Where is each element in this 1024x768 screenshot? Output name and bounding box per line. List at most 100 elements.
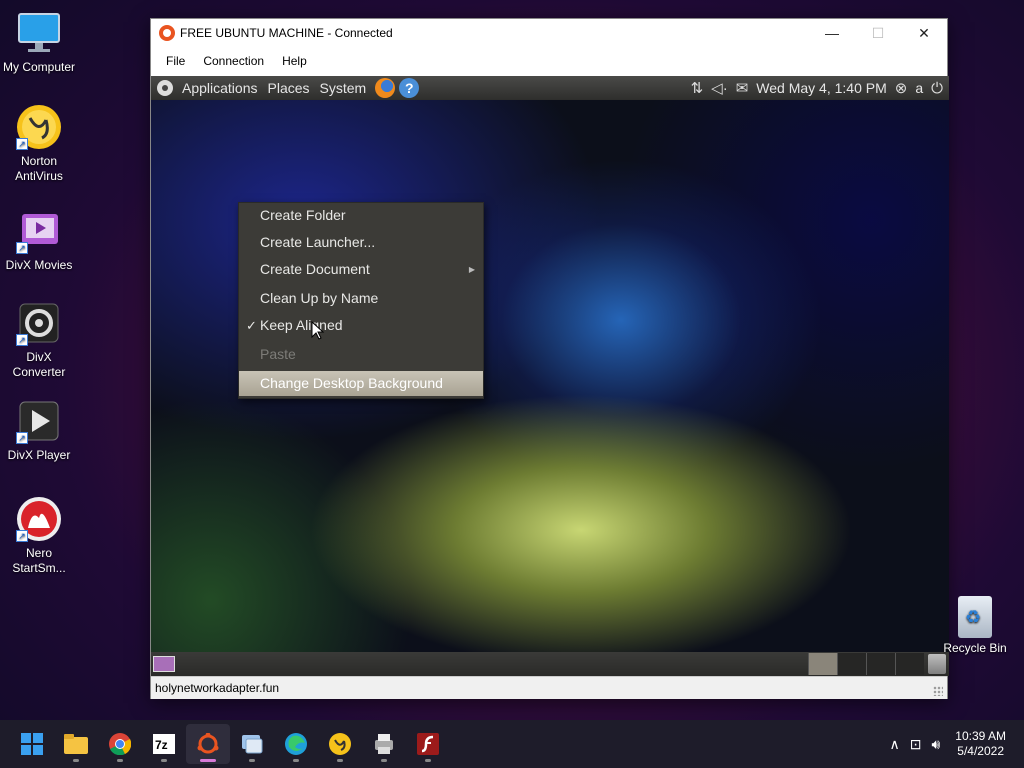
- desktop-icon-recycle-bin[interactable]: Recycle Bin: [942, 596, 1008, 655]
- recycle-bin-icon: [958, 596, 992, 638]
- maximize-button[interactable]: ☐: [855, 19, 901, 47]
- network-status-icon[interactable]: ⊡: [905, 736, 927, 753]
- desktop-icon-label: DivX Movies: [5, 258, 73, 272]
- workspace-2[interactable]: [837, 653, 866, 675]
- resize-grip-icon[interactable]: [933, 686, 943, 696]
- taskbar-network-folder[interactable]: [230, 724, 274, 764]
- window-title: FREE UBUNTU MACHINE - Connected: [180, 26, 393, 40]
- menu-help[interactable]: Help: [273, 54, 316, 68]
- desktop-icon-norton[interactable]: ↗ Norton AntiVirus: [2, 104, 76, 184]
- workspace-switcher: [808, 653, 924, 675]
- menu-applications[interactable]: Applications: [177, 80, 263, 96]
- minimize-button[interactable]: —: [809, 19, 855, 47]
- desktop-icon-label: DivX Converter: [12, 350, 66, 379]
- shortcut-arrow-icon: ↗: [16, 242, 28, 254]
- menu-item-clean-up[interactable]: Clean Up by Name: [239, 286, 483, 311]
- divx-movies-icon: ↗: [16, 208, 62, 254]
- shortcut-arrow-icon: ↗: [16, 334, 28, 346]
- nero-icon: ↗: [16, 496, 62, 542]
- remote-screen[interactable]: Applications Places System ? ⇅ ◁· ✉ Wed …: [151, 76, 949, 676]
- user-initial[interactable]: a: [915, 80, 923, 96]
- desktop-icon-divx-converter[interactable]: ↗ DivX Converter: [2, 300, 76, 380]
- desktop-icon-divx-player[interactable]: ↗ DivX Player: [2, 398, 76, 463]
- taskbar-ubuntu-remote[interactable]: [186, 724, 230, 764]
- desktop-icon-label: Nero StartSm...: [12, 546, 66, 575]
- gnome-foot-icon[interactable]: [157, 80, 173, 96]
- window-statusbar: holynetworkadapter.fun: [151, 676, 947, 699]
- desktop-context-menu: Create Folder Create Launcher... Create …: [238, 202, 484, 399]
- volume-icon[interactable]: ◁·: [711, 79, 728, 97]
- taskbar-file-explorer[interactable]: [54, 724, 98, 764]
- workspace-1[interactable]: [808, 653, 837, 675]
- mail-icon[interactable]: ✉: [736, 79, 749, 97]
- chevron-up-icon[interactable]: ∧: [884, 736, 904, 753]
- taskbar-clock[interactable]: 10:39 AM 5/4/2022: [945, 729, 1024, 759]
- system-tray: ∧ ⊡ 🔊︎ 10:39 AM 5/4/2022: [884, 729, 1024, 759]
- taskbar-edge[interactable]: [274, 724, 318, 764]
- desktop-icon-nero[interactable]: ↗ Nero StartSm...: [2, 496, 76, 576]
- svg-text:7z: 7z: [155, 738, 168, 752]
- menu-connection[interactable]: Connection: [194, 54, 273, 68]
- firefox-icon[interactable]: [375, 78, 396, 98]
- menu-places[interactable]: Places: [263, 80, 315, 96]
- desktop-icon-my-computer[interactable]: My Computer: [2, 10, 76, 75]
- power-icon[interactable]: ⏻: [931, 80, 943, 97]
- remote-desktop-window: FREE UBUNTU MACHINE - Connected — ☐ ✕ Fi…: [150, 18, 949, 699]
- desktop-icon-label: Recycle Bin: [943, 641, 1007, 655]
- checkmark-icon: ✓: [246, 318, 257, 333]
- clock-datetime[interactable]: Wed May 4, 1:40 PM: [756, 80, 886, 96]
- windows-start-icon: [21, 733, 43, 755]
- menu-item-create-document[interactable]: Create Document ▶: [239, 257, 483, 282]
- clock-date: 5/4/2022: [957, 744, 1004, 758]
- taskbar-7zip[interactable]: 7z: [142, 724, 186, 764]
- menu-system[interactable]: System: [315, 80, 372, 96]
- window-menubar: File Connection Help: [151, 47, 947, 75]
- close-button[interactable]: ✕: [901, 19, 947, 47]
- user-status-icon[interactable]: ⊗: [895, 79, 908, 97]
- speaker-icon[interactable]: 🔊︎: [926, 736, 945, 753]
- gnome-bottom-panel: [151, 652, 949, 676]
- trash-icon[interactable]: [928, 654, 946, 674]
- window-titlebar[interactable]: FREE UBUNTU MACHINE - Connected — ☐ ✕: [151, 19, 947, 47]
- ubuntu-logo-icon: [159, 25, 175, 41]
- desktop-icon-label: My Computer: [2, 60, 76, 74]
- menu-file[interactable]: File: [157, 54, 194, 68]
- workspace-4[interactable]: [895, 653, 924, 675]
- desktop-icon-divx-movies[interactable]: ↗ DivX Movies: [2, 208, 76, 273]
- gnome-top-panel: Applications Places System ? ⇅ ◁· ✉ Wed …: [151, 76, 949, 100]
- menu-item-change-background[interactable]: Change Desktop Background: [239, 371, 483, 396]
- taskbar-chrome[interactable]: [98, 724, 142, 764]
- network-folder-icon: [242, 735, 263, 754]
- flash-icon: [417, 733, 439, 755]
- submenu-arrow-icon: ▶: [468, 265, 475, 274]
- desktop-icon-label: DivX Player: [7, 448, 71, 462]
- taskbar-flash[interactable]: [406, 724, 450, 764]
- 7zip-icon: 7z: [153, 734, 175, 754]
- desktop-icon-label: Norton AntiVirus: [15, 154, 63, 183]
- mouse-cursor-icon: [311, 321, 325, 340]
- network-icon[interactable]: ⇅: [691, 79, 704, 97]
- norton-icon: [329, 733, 351, 755]
- edge-icon: [285, 733, 307, 755]
- menu-item-paste: Paste: [260, 346, 296, 362]
- workspace-3[interactable]: [866, 653, 895, 675]
- shortcut-arrow-icon: ↗: [16, 432, 28, 444]
- show-desktop-icon[interactable]: [153, 656, 175, 672]
- status-text: holynetworkadapter.fun: [155, 681, 280, 695]
- menu-item-keep-aligned[interactable]: ✓ Keep Aligned: [239, 313, 483, 338]
- start-button[interactable]: [10, 724, 54, 764]
- norton-icon: ↗: [16, 104, 62, 150]
- chrome-icon: [109, 733, 131, 755]
- divx-player-icon: ↗: [16, 398, 62, 444]
- file-explorer-icon: [64, 734, 88, 754]
- monitor-icon: [16, 10, 62, 56]
- clock-time: 10:39 AM: [955, 729, 1006, 743]
- ubuntu-remote-icon: [197, 733, 219, 754]
- menu-item-create-launcher[interactable]: Create Launcher...: [239, 230, 483, 255]
- taskbar-printer-app[interactable]: [362, 724, 406, 764]
- menu-item-create-folder[interactable]: Create Folder: [239, 203, 483, 228]
- help-icon[interactable]: ?: [399, 78, 420, 98]
- taskbar-norton[interactable]: [318, 724, 362, 764]
- printer-app-icon: [375, 734, 393, 754]
- windows-taskbar: 7z ∧ ⊡ 🔊︎ 10:39 AM 5/4/2022: [0, 720, 1024, 768]
